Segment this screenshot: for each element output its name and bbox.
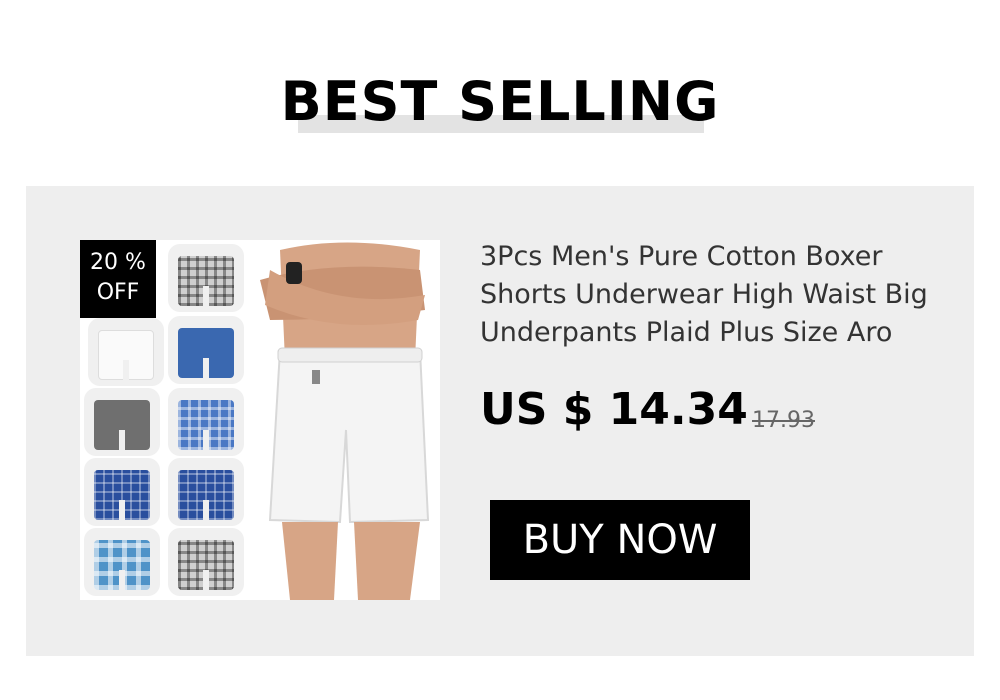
discount-badge: 20 % OFF xyxy=(80,240,156,318)
model-photo-icon xyxy=(250,240,440,600)
buy-now-button[interactable]: BUY NOW xyxy=(490,500,750,580)
thumb-gray-shorts xyxy=(84,388,160,456)
product-title[interactable]: 3Pcs Men's Pure Cotton Boxer Shorts Unde… xyxy=(480,238,950,352)
section-title: BEST SELLING xyxy=(280,70,720,133)
thumb-navy-plaid-shorts xyxy=(84,458,160,526)
thumb-sky-plaid-shorts xyxy=(84,528,160,596)
product-card: 20 % OFF 3Pcs Men's Pure Cotton Boxer Sh… xyxy=(26,186,974,656)
thumb-blue-plaid-shorts xyxy=(168,388,244,456)
discount-percent: 20 % xyxy=(90,250,146,275)
thumb-white-shorts xyxy=(88,318,164,386)
original-price: 17.93 xyxy=(752,408,815,433)
thumb-gray-plaid-shorts xyxy=(168,244,244,312)
section-header: BEST SELLING xyxy=(0,70,1000,140)
product-price: US $ 14.34 xyxy=(480,384,748,435)
thumb-navy-plaid-shorts-2 xyxy=(168,458,244,526)
discount-off-label: OFF xyxy=(96,280,140,305)
product-image[interactable]: 20 % OFF xyxy=(80,240,440,600)
thumb-blue-shorts xyxy=(168,316,244,384)
thumb-gray-plaid-shorts-2 xyxy=(168,528,244,596)
